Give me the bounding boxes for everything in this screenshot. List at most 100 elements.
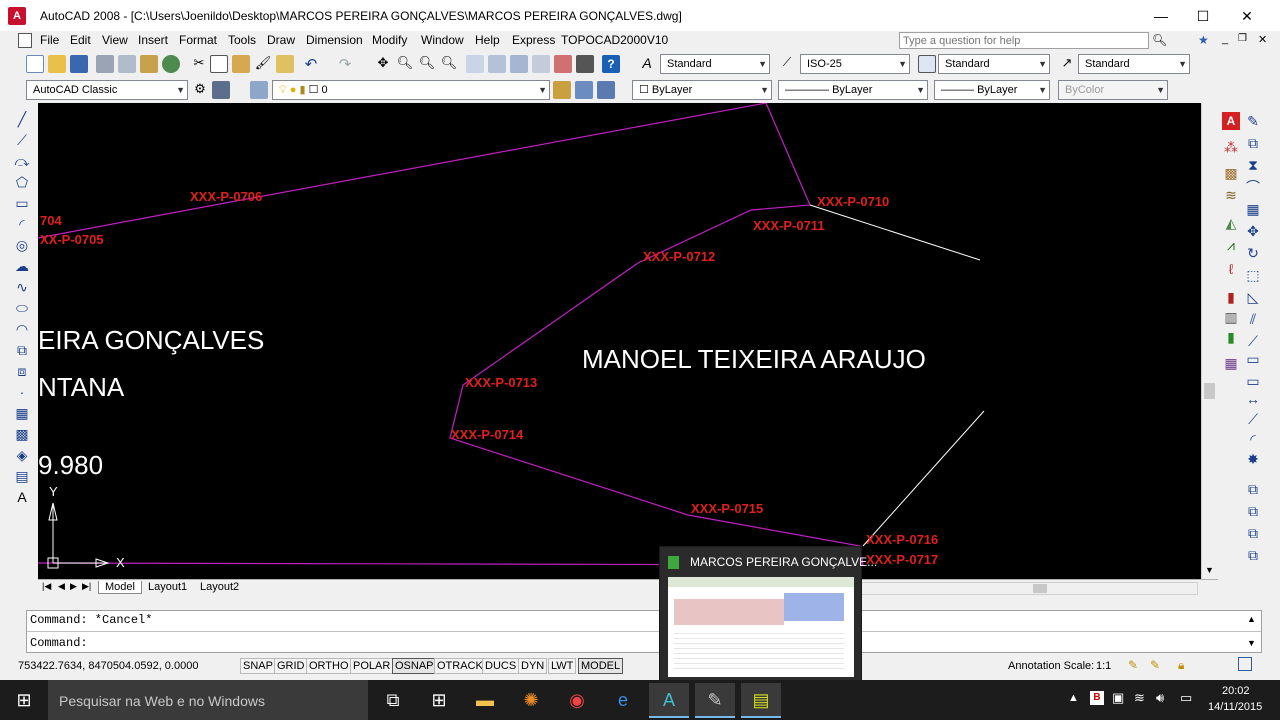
layer-tool-2-icon[interactable]: ⧉	[1244, 502, 1262, 520]
circle-icon[interactable]: ◎	[13, 236, 31, 254]
menu-window[interactable]: Window	[421, 33, 464, 47]
doc-close-button[interactable]: ✕	[1258, 33, 1267, 46]
properties-icon[interactable]	[466, 55, 484, 73]
point-icon[interactable]: ·	[13, 383, 31, 401]
explode-icon[interactable]: ✸	[1244, 450, 1262, 468]
taskbar-thumbnail[interactable]: MARCOS PEREIRA GONÇALVE...	[659, 546, 877, 682]
ellipse-arc-icon[interactable]: ◠	[13, 320, 31, 338]
tab-nav-last-icon[interactable]: ▶|	[82, 581, 91, 592]
menu-view[interactable]: View	[102, 33, 128, 47]
dyn-toggle[interactable]: DYN	[518, 658, 548, 674]
menu-help[interactable]: Help	[475, 33, 500, 47]
layer-previous-icon[interactable]	[575, 81, 593, 99]
polygon-icon[interactable]: ⬠	[13, 173, 31, 191]
line-icon[interactable]: ╱	[13, 110, 31, 128]
3d-dwf-icon[interactable]	[162, 55, 180, 73]
doc-restore-button[interactable]: ❐	[1238, 33, 1247, 44]
menu-tools[interactable]: Tools	[228, 33, 256, 47]
revision-cloud-icon[interactable]: ☁	[13, 257, 31, 275]
region-icon[interactable]: ◈	[13, 446, 31, 464]
menu-insert[interactable]: Insert	[138, 33, 168, 47]
tab-nav-prev-icon[interactable]: ◀	[58, 581, 65, 592]
annotation-visibility-icon[interactable]: ✎	[1128, 658, 1138, 672]
osnap-toggle[interactable]: OSNAP	[392, 658, 437, 674]
tool-palettes-icon[interactable]	[510, 55, 528, 73]
terrain-icon[interactable]: ◭	[1222, 214, 1240, 232]
windows-start-icon[interactable]: ⊞	[4, 683, 44, 718]
workspace-settings-icon[interactable]: ⚙	[191, 81, 209, 99]
array-icon[interactable]: ▦	[1244, 200, 1262, 218]
snap-toggle[interactable]: SNAP	[240, 658, 276, 674]
grid-toggle[interactable]: GRID	[274, 658, 308, 674]
doc-minimize-button[interactable]: _	[1222, 33, 1228, 45]
polyline-icon[interactable]: ⤼	[13, 152, 31, 170]
layer-tool-1-icon[interactable]: ⧉	[1244, 480, 1262, 498]
join-icon[interactable]: ↔	[1244, 390, 1262, 408]
redo-icon[interactable]: ↷	[336, 55, 354, 73]
chevron-up-icon[interactable]: ▲	[1247, 614, 1256, 624]
clock-time[interactable]: 20:02	[1222, 685, 1250, 697]
make-block-icon[interactable]: ⧈	[13, 362, 31, 380]
edge-icon[interactable]: e	[603, 683, 643, 718]
help-icon[interactable]: ?	[602, 55, 620, 73]
move-icon[interactable]: ✥	[1244, 222, 1262, 240]
command-window[interactable]: Command: *Cancel* Command: ▲ ▼	[26, 610, 1262, 653]
drawing-canvas[interactable]: 704 XX-P-0705 XXX-P-0706 XXX-P-0710 XXX-…	[38, 103, 1201, 579]
annotation-scale-value[interactable]: 1:1	[1096, 660, 1111, 672]
hscroll-thumb[interactable]	[1033, 584, 1047, 593]
arc-icon[interactable]: ◜	[13, 215, 31, 233]
pan-icon[interactable]: ✥	[374, 55, 392, 73]
star-icon[interactable]: ★	[1198, 33, 1209, 47]
chrome-icon[interactable]: ◉	[557, 683, 597, 718]
clean-screen-icon[interactable]	[1238, 657, 1252, 671]
table-icon[interactable]: ▤	[13, 467, 31, 485]
taskbar-search[interactable]: Pesquisar na Web e no Windows	[48, 680, 368, 720]
fillet-icon[interactable]: ◜	[1244, 430, 1262, 448]
texture-icon[interactable]: ▩	[1222, 164, 1240, 182]
zoom-realtime-icon[interactable]: 🔍︎	[396, 55, 414, 73]
menu-draw[interactable]: Draw	[267, 33, 295, 47]
scale-icon[interactable]: ⬚	[1244, 266, 1262, 284]
insert-block-icon[interactable]: ⧉	[13, 341, 31, 359]
draw-order-icon[interactable]: A	[1222, 112, 1240, 130]
menu-express[interactable]: Express	[512, 33, 555, 47]
linetype-select[interactable]: ———— ByLayer ▼	[778, 80, 928, 100]
copy-object-icon[interactable]: ⧉	[1244, 134, 1262, 152]
block-editor-icon[interactable]	[276, 55, 294, 73]
ellipse-icon[interactable]: ⬭	[13, 299, 31, 317]
green-book-icon[interactable]: ▮	[1222, 328, 1240, 346]
workspace-icon[interactable]	[212, 81, 230, 99]
multileader-style-select[interactable]: Standard ▼	[1078, 54, 1190, 74]
model-toggle[interactable]: MODEL	[578, 658, 624, 674]
ortho-toggle[interactable]: ORTHO	[306, 658, 352, 674]
layer-tool-4-icon[interactable]: ⧉	[1244, 546, 1262, 564]
lock-icon[interactable]: 🔒︎	[1178, 658, 1184, 673]
horizontal-scrollbar[interactable]	[858, 582, 1198, 595]
plot-icon[interactable]	[96, 55, 114, 73]
layer-states-icon[interactable]	[597, 81, 615, 99]
multileader-style-icon[interactable]: ↗	[1058, 55, 1076, 73]
dim-style-select[interactable]: ISO-25 ▼	[800, 54, 910, 74]
menu-format[interactable]: Format	[179, 33, 217, 47]
otrack-toggle[interactable]: OTRACK	[434, 658, 486, 674]
paste-icon[interactable]	[232, 55, 250, 73]
tab-nav-first-icon[interactable]: |◀	[42, 581, 51, 592]
hatch-icon[interactable]: ▦	[13, 404, 31, 422]
menu-modify[interactable]: Modify	[372, 33, 407, 47]
mtext-icon[interactable]: A	[13, 488, 31, 506]
autocad-logo-icon[interactable]: A	[8, 7, 26, 25]
clock-date[interactable]: 14/11/2015	[1208, 701, 1262, 713]
stretch-icon[interactable]: ◺	[1244, 288, 1262, 306]
volume-icon[interactable]: 🔊︎	[1156, 690, 1164, 706]
polar-toggle[interactable]: POLAR	[350, 658, 394, 674]
document-icon[interactable]	[18, 33, 32, 48]
tab-model[interactable]: Model	[98, 581, 142, 594]
help-search-input[interactable]	[899, 32, 1149, 49]
make-current-icon[interactable]	[553, 81, 571, 99]
new-icon[interactable]	[26, 55, 44, 73]
wifi-icon[interactable]: ≋	[1134, 690, 1145, 706]
chevron-up-icon[interactable]: ▲	[1068, 692, 1079, 704]
vertical-scrollbar[interactable]: ▼	[1201, 103, 1217, 579]
chamfer-icon[interactable]: ⟋	[1244, 410, 1262, 428]
break-point-icon[interactable]: ▭	[1244, 350, 1262, 368]
